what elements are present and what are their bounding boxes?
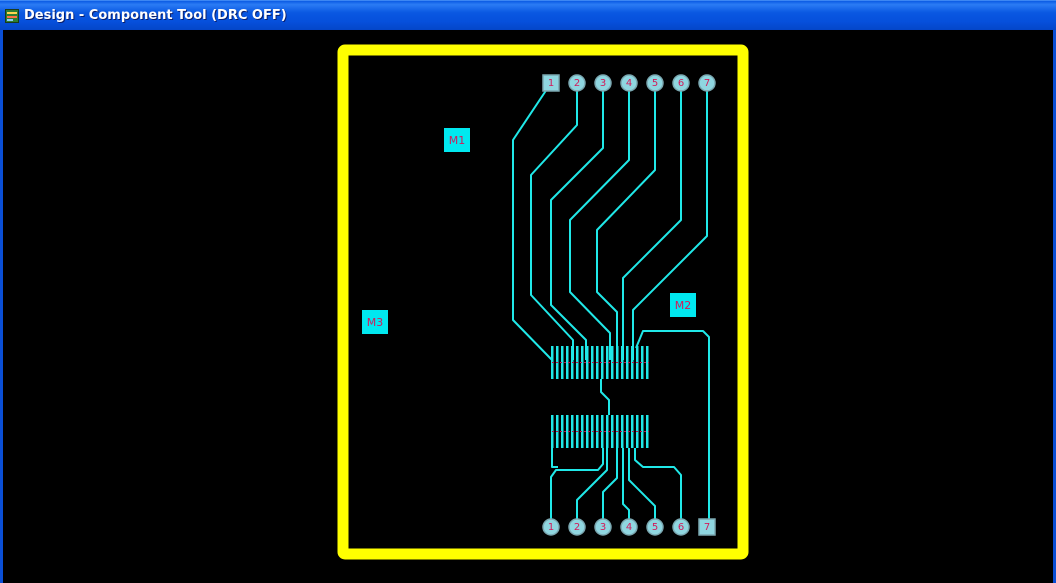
- top-pad-6[interactable]: 6: [672, 74, 690, 92]
- trace-ic-link[interactable]: [600, 379, 610, 415]
- top-pad-4[interactable]: 4: [620, 74, 638, 92]
- bottom-pad-2[interactable]: 2: [568, 518, 586, 536]
- bottom-pad-7-label: 7: [704, 522, 710, 533]
- design-canvas[interactable]: 1 2 3 4 5 6 7 1 2 3 4 5 6 7 M1 M2 M3: [3, 30, 1053, 583]
- trace-bottom-7[interactable]: [634, 448, 682, 527]
- trace-bottom-6[interactable]: [628, 448, 656, 527]
- ic-layer: [551, 346, 649, 448]
- top-pad-6-label: 6: [678, 78, 684, 89]
- bottom-pad-2-label: 2: [574, 522, 580, 533]
- trace-top-5[interactable]: [596, 83, 656, 360]
- bottom-pad-6-label: 6: [678, 522, 684, 533]
- top-pad-5-label: 5: [652, 78, 658, 89]
- ic-lower[interactable]: [551, 415, 649, 448]
- top-pad-4-label: 4: [626, 78, 632, 89]
- top-pad-3[interactable]: 3: [594, 74, 612, 92]
- trace-bottom-1[interactable]: [551, 448, 558, 468]
- top-pad-2-label: 2: [574, 78, 580, 89]
- bottom-pad-5-label: 5: [652, 522, 658, 533]
- bottom-pad-3-label: 3: [600, 522, 606, 533]
- bottom-pad-1-label: 1: [548, 522, 554, 533]
- application-window: Design - Component Tool (DRC OFF) 1 2 3 4 5 6…: [0, 0, 1056, 583]
- bottom-pad-4-label: 4: [626, 522, 632, 533]
- component-ref-label: M1: [449, 134, 466, 147]
- component-m2[interactable]: M2: [670, 293, 696, 317]
- component-tool-app-icon: [5, 9, 19, 23]
- component-m1[interactable]: M1: [444, 128, 470, 152]
- ic-upper[interactable]: [551, 346, 649, 379]
- window-title: Design - Component Tool (DRC OFF): [24, 8, 287, 23]
- component-m3[interactable]: M3: [362, 310, 388, 334]
- bottom-pad-6[interactable]: 6: [672, 518, 690, 536]
- top-pad-7-label: 7: [704, 78, 710, 89]
- component-layer: M1 M2 M3: [362, 128, 696, 334]
- top-pad-3-label: 3: [600, 78, 606, 89]
- top-pad-1-label: 1: [548, 78, 554, 89]
- top-pad-1[interactable]: 1: [542, 74, 560, 92]
- bottom-pad-7[interactable]: 7: [698, 518, 716, 536]
- title-bar[interactable]: Design - Component Tool (DRC OFF): [0, 0, 1056, 30]
- trace-top-1[interactable]: [512, 82, 553, 361]
- trace-top-4[interactable]: [569, 83, 630, 360]
- top-pad-5[interactable]: 5: [646, 74, 664, 92]
- trace-top-7[interactable]: [632, 83, 708, 360]
- component-ref-label: M2: [675, 299, 692, 312]
- component-ref-label: M3: [367, 316, 384, 329]
- bottom-pad-4[interactable]: 4: [620, 518, 638, 536]
- top-pad-7[interactable]: 7: [698, 74, 716, 92]
- bottom-pad-3[interactable]: 3: [594, 518, 612, 536]
- bottom-pad-1[interactable]: 1: [542, 518, 560, 536]
- pcb-board[interactable]: 1 2 3 4 5 6 7 1 2 3 4 5 6 7 M1 M2 M3: [3, 30, 1053, 583]
- top-pad-2[interactable]: 2: [568, 74, 586, 92]
- trace-bottom-4[interactable]: [602, 448, 618, 527]
- bottom-pad-5[interactable]: 5: [646, 518, 664, 536]
- trace-top-6[interactable]: [622, 83, 682, 360]
